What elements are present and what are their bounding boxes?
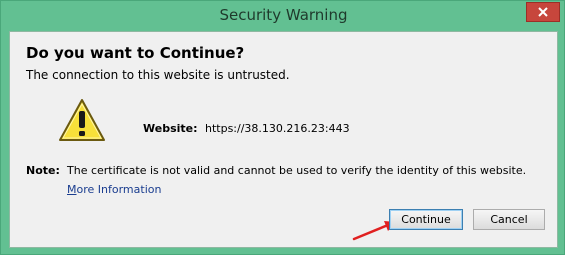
window-title: Security Warning xyxy=(219,6,348,24)
dialog-body: Do you want to Continue? The connection … xyxy=(9,31,558,248)
more-info-accelerator: M xyxy=(67,183,77,196)
more-information-link[interactable]: More Information xyxy=(67,183,161,196)
website-label: Website: xyxy=(143,122,198,135)
close-icon xyxy=(538,7,548,17)
more-info-label: ore Information xyxy=(76,183,162,196)
dialog-subheading: The connection to this website is untrus… xyxy=(26,68,290,82)
warning-triangle-icon xyxy=(59,99,105,141)
security-warning-window: Security Warning Do you want to Continue… xyxy=(0,0,565,255)
close-button[interactable] xyxy=(526,2,560,22)
dialog-heading: Do you want to Continue? xyxy=(26,44,245,62)
note-label: Note: xyxy=(26,164,60,177)
continue-button[interactable]: Continue xyxy=(389,209,463,230)
cancel-button[interactable]: Cancel xyxy=(473,209,545,230)
note-text: The certificate is not valid and cannot … xyxy=(67,164,527,177)
website-url: https://38.130.216.23:443 xyxy=(205,122,350,135)
title-bar[interactable]: Security Warning xyxy=(1,1,565,31)
